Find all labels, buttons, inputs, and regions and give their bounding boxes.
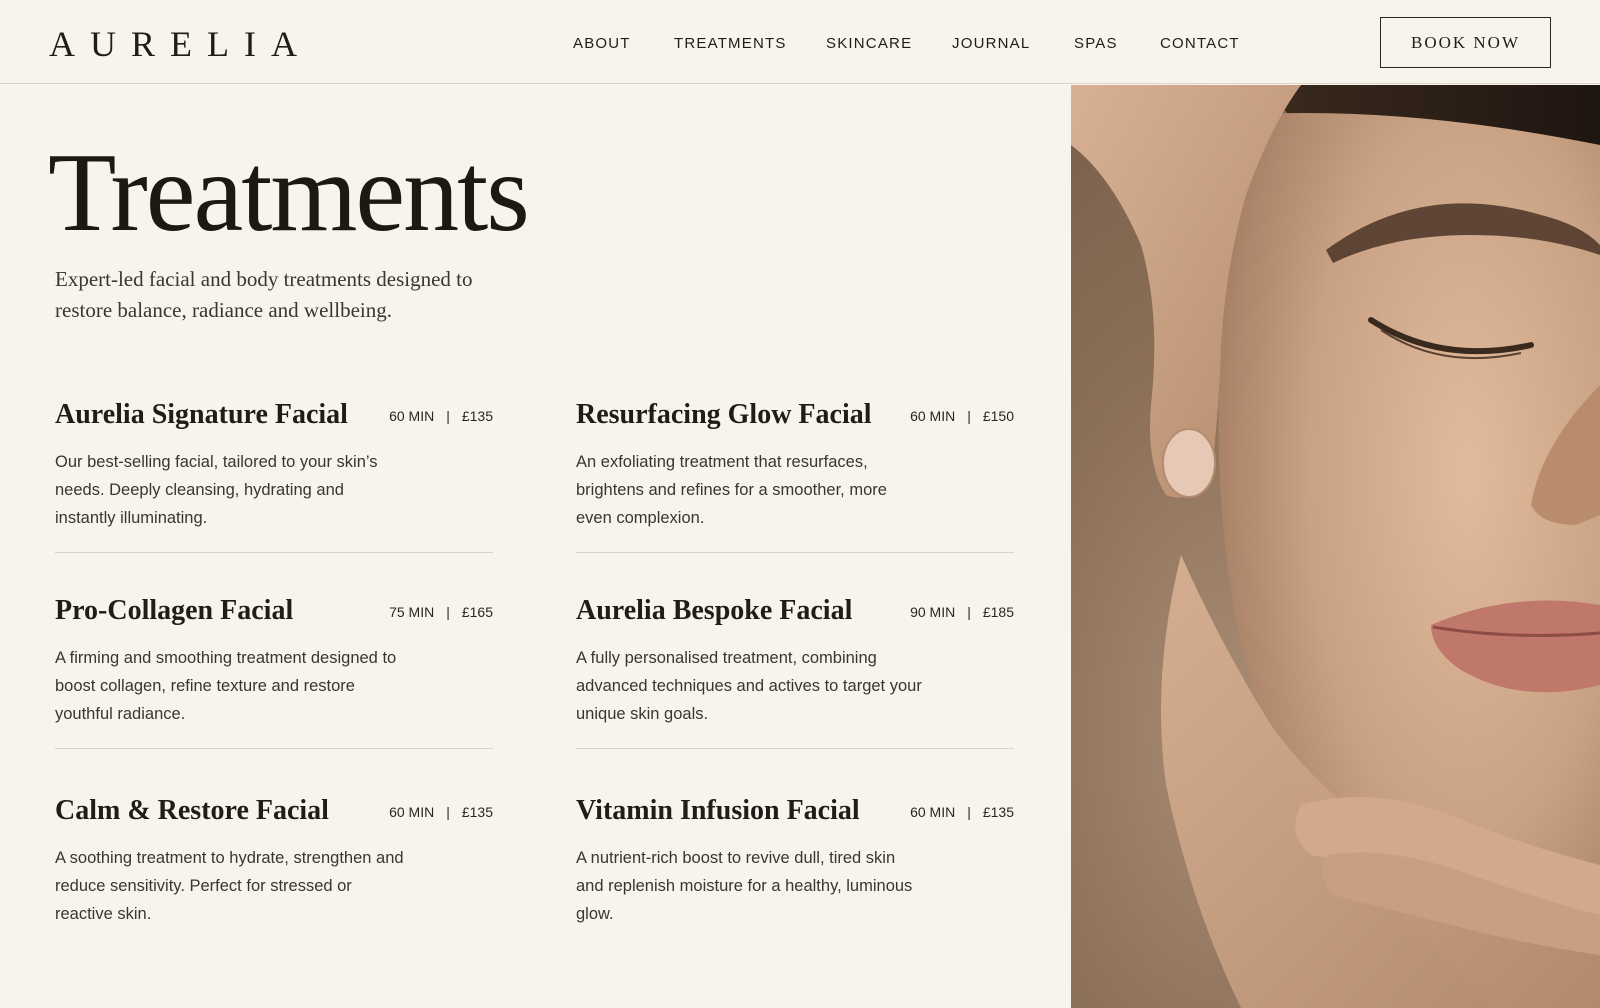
main-nav: ABOUT TREATMENTS SKINCARE JOURNAL SPAS C… [0,33,1600,55]
treatment-description: An exfoliating treatment that resurfaces… [576,453,887,527]
treatment-price: £135 [461,408,493,424]
treatment-meta: 90 MIN | £185 [910,603,1014,621]
treatment-meta: 60 MIN | £135 [389,407,493,425]
treatment-duration: 90 MIN [910,604,956,620]
treatment-price: £135 [461,804,493,820]
treatment-meta: 60 MIN | £135 [910,803,1014,821]
treatment-price: £150 [982,408,1014,424]
face-illustration [1071,85,1600,1008]
page-intro: Expert-led facial and body treatments de… [55,267,473,322]
nav-item-journal[interactable]: JOURNAL [952,33,1030,55]
divider [55,552,493,553]
treatment-duration: 60 MIN [389,804,435,820]
hero-image [1071,85,1600,1008]
meta-separator: | [967,604,971,620]
meta-separator: | [967,804,971,820]
treatment-description: Our best-selling facial, tailored to you… [55,453,378,527]
nav-item-spas[interactable]: SPAS [1074,33,1118,55]
treatment-duration: 60 MIN [910,408,956,424]
nav-item-treatments[interactable]: TREATMENTS [674,33,787,55]
meta-separator: | [967,408,971,424]
treatment-description: A soothing treatment to hydrate, strengt… [55,849,404,923]
treatment-description: A nutrient-rich boost to revive dull, ti… [576,849,913,923]
treatment-name: Calm & Restore Facial [55,795,329,826]
divider [55,748,493,749]
treatment-description: A firming and smoothing treatment design… [55,649,397,723]
treatment-name: Aurelia Signature Facial [55,399,348,430]
treatment-name: Aurelia Bespoke Facial [576,595,853,626]
treatment-duration: 75 MIN [389,604,435,620]
treatment-description: A fully personalised treatment, combinin… [576,649,922,723]
treatment-meta: 60 MIN | £150 [910,407,1014,425]
treatment-meta: 75 MIN | £165 [389,603,493,621]
treatment-name: Pro-Collagen Facial [55,595,294,626]
page-title: Treatments [48,131,530,255]
divider [576,552,1014,553]
treatment-duration: 60 MIN [910,804,956,820]
nav-item-about[interactable]: ABOUT [573,33,631,55]
treatment-duration: 60 MIN [389,408,435,424]
treatment-meta: 60 MIN | £135 [389,803,493,821]
book-now-button[interactable]: BOOK NOW [1380,17,1551,68]
meta-separator: | [446,804,450,820]
treatment-name: Vitamin Infusion Facial [576,795,860,826]
treatment-name: Resurfacing Glow Facial [576,399,872,430]
meta-separator: | [446,408,450,424]
nav-item-contact[interactable]: CONTACT [1160,33,1240,55]
site-header: AURELIA ABOUT TREATMENTS SKINCARE JOURNA… [0,0,1600,84]
treatment-price: £185 [982,604,1014,620]
meta-separator: | [446,604,450,620]
divider [576,748,1014,749]
treatment-price: £165 [461,604,493,620]
treatment-price: £135 [982,804,1014,820]
nav-item-skincare[interactable]: SKINCARE [826,33,912,55]
